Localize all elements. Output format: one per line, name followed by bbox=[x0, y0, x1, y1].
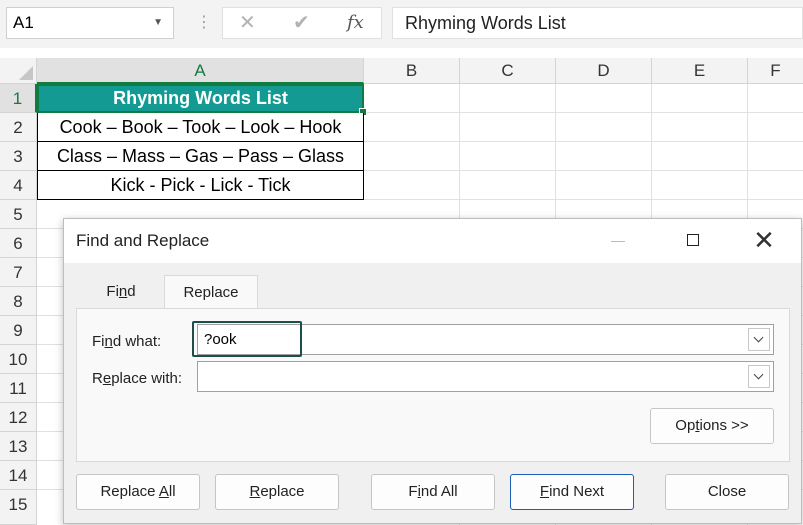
column-header-b[interactable]: B bbox=[364, 58, 460, 84]
find-what-label: Find what: bbox=[92, 333, 161, 350]
row-header-3[interactable]: 3 bbox=[0, 142, 37, 171]
find-next-button[interactable]: Find Next bbox=[510, 474, 634, 510]
formula-bar: A1 ▼ ⋮ ✕ ✔ fx Rhyming Words List bbox=[0, 0, 803, 48]
cancel-icon[interactable]: ✕ bbox=[239, 8, 256, 38]
row-header-11[interactable]: 11 bbox=[0, 374, 37, 403]
row-header-4[interactable]: 4 bbox=[0, 171, 37, 200]
tab-replace-label: Replace bbox=[183, 284, 239, 301]
row-header-2[interactable]: 2 bbox=[0, 113, 37, 142]
button-label: ll bbox=[168, 483, 176, 500]
more-options-icon: ⋮ bbox=[196, 14, 212, 31]
tab-find-label: Fi bbox=[106, 283, 119, 300]
find-what-combo[interactable] bbox=[192, 321, 774, 357]
row-header-10[interactable]: 10 bbox=[0, 345, 37, 374]
replace-with-label: Replace with: bbox=[92, 370, 182, 387]
row-header-7[interactable]: 7 bbox=[0, 258, 37, 287]
find-replace-dialog: Find and Replace ✕ Find Replace Find wha… bbox=[63, 218, 802, 524]
name-box-value: A1 bbox=[13, 13, 34, 32]
column-header-e[interactable]: E bbox=[652, 58, 748, 84]
chevron-down-icon[interactable] bbox=[748, 365, 770, 388]
cell-a2[interactable]: Cook – Book – Took – Look – Hook bbox=[37, 113, 364, 142]
chevron-down-icon[interactable] bbox=[748, 328, 770, 351]
row-header-5[interactable]: 5 bbox=[0, 200, 37, 229]
button-accel: F bbox=[539, 483, 550, 500]
column-header-f[interactable]: F bbox=[748, 58, 803, 84]
row-header-1[interactable]: 1 bbox=[0, 84, 37, 113]
label-text: d what: bbox=[112, 333, 162, 350]
maximize-icon bbox=[687, 234, 699, 246]
minimize-icon bbox=[611, 241, 625, 242]
enter-icon[interactable]: ✔ bbox=[293, 8, 310, 38]
minimize-button[interactable] bbox=[594, 219, 642, 263]
close-button[interactable]: Close bbox=[665, 474, 789, 510]
button-label: F bbox=[408, 483, 418, 500]
row-header-15[interactable]: 15 bbox=[0, 490, 37, 525]
maximize-button[interactable] bbox=[670, 219, 718, 263]
button-accel: R bbox=[249, 483, 261, 500]
formula-buttons: ✕ ✔ fx bbox=[222, 7, 382, 39]
label-accel: n bbox=[104, 333, 113, 350]
button-label: Close bbox=[707, 483, 747, 500]
select-all-button[interactable] bbox=[0, 58, 37, 84]
label-text: R bbox=[92, 370, 103, 387]
row-header-13[interactable]: 13 bbox=[0, 432, 37, 461]
column-header-a[interactable]: A bbox=[37, 58, 364, 84]
button-label: ind Next bbox=[549, 483, 605, 500]
name-box[interactable]: A1 ▼ bbox=[6, 7, 174, 39]
cell-a1[interactable]: Rhyming Words List bbox=[37, 84, 367, 116]
close-icon[interactable]: ✕ bbox=[740, 219, 788, 263]
row-header-8[interactable]: 8 bbox=[0, 287, 37, 316]
options-button[interactable]: Options >> bbox=[650, 408, 774, 444]
dialog-title: Find and Replace bbox=[76, 231, 210, 250]
button-label: ions >> bbox=[699, 417, 749, 434]
formula-input[interactable]: Rhyming Words List bbox=[392, 7, 803, 39]
label-accel: e bbox=[102, 370, 112, 387]
button-label: nd All bbox=[420, 483, 458, 500]
replace-with-combo[interactable] bbox=[197, 361, 774, 392]
button-label: Op bbox=[675, 417, 696, 434]
find-all-button[interactable]: Find All bbox=[371, 474, 495, 510]
replace-all-button[interactable]: Replace All bbox=[76, 474, 200, 510]
button-label: Replace bbox=[100, 483, 159, 500]
row-header-9[interactable]: 9 bbox=[0, 316, 37, 345]
cell-a3[interactable]: Class – Mass – Gas – Pass – Glass bbox=[37, 142, 364, 171]
tab-replace[interactable]: Replace bbox=[164, 275, 258, 310]
column-header-c[interactable]: C bbox=[460, 58, 556, 84]
column-header-d[interactable]: D bbox=[556, 58, 652, 84]
tab-find-label: d bbox=[127, 283, 136, 300]
label-text: place with: bbox=[111, 370, 183, 387]
replace-button[interactable]: Replace bbox=[215, 474, 339, 510]
tab-find[interactable]: Find bbox=[76, 275, 166, 309]
cell-a4[interactable]: Kick - Pick - Lick - Tick bbox=[37, 171, 364, 200]
insert-function-icon[interactable]: fx bbox=[347, 8, 364, 38]
tab-find-accel: n bbox=[118, 283, 128, 300]
dialog-titlebar[interactable]: Find and Replace ✕ bbox=[64, 219, 801, 263]
row-header-12[interactable]: 12 bbox=[0, 403, 37, 432]
row-header-6[interactable]: 6 bbox=[0, 229, 37, 258]
find-what-input[interactable] bbox=[198, 325, 746, 354]
row-header-14[interactable]: 14 bbox=[0, 461, 37, 490]
replace-with-input[interactable] bbox=[198, 362, 746, 391]
button-accel: A bbox=[158, 483, 169, 500]
label-text: Fi bbox=[92, 333, 105, 350]
button-label: eplace bbox=[260, 483, 305, 500]
chevron-down-icon[interactable]: ▼ bbox=[153, 8, 163, 38]
